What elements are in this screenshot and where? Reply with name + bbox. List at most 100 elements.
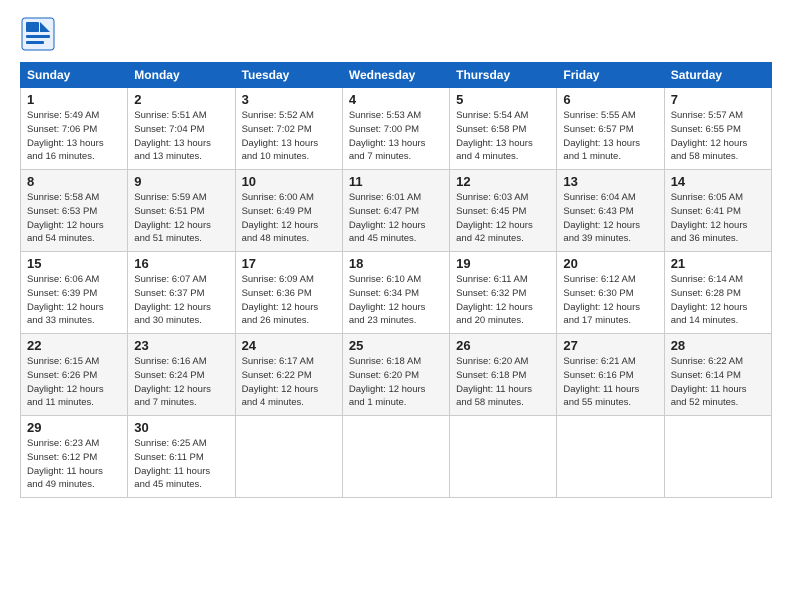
day-number: 24 (242, 338, 336, 353)
day-detail: Sunrise: 6:06 AMSunset: 6:39 PMDaylight:… (27, 273, 121, 328)
day-detail: Sunrise: 5:52 AMSunset: 7:02 PMDaylight:… (242, 109, 336, 164)
day-number: 14 (671, 174, 765, 189)
calendar-cell (342, 416, 449, 498)
day-detail: Sunrise: 6:18 AMSunset: 6:20 PMDaylight:… (349, 355, 443, 410)
day-detail: Sunrise: 5:49 AMSunset: 7:06 PMDaylight:… (27, 109, 121, 164)
col-header-thursday: Thursday (450, 63, 557, 88)
day-detail: Sunrise: 5:54 AMSunset: 6:58 PMDaylight:… (456, 109, 550, 164)
calendar-cell: 17 Sunrise: 6:09 AMSunset: 6:36 PMDayligh… (235, 252, 342, 334)
day-number: 3 (242, 92, 336, 107)
day-detail: Sunrise: 5:51 AMSunset: 7:04 PMDaylight:… (134, 109, 228, 164)
day-number: 10 (242, 174, 336, 189)
calendar-cell: 10 Sunrise: 6:00 AMSunset: 6:49 PMDayligh… (235, 170, 342, 252)
day-number: 23 (134, 338, 228, 353)
day-detail: Sunrise: 6:09 AMSunset: 6:36 PMDaylight:… (242, 273, 336, 328)
calendar-cell: 2 Sunrise: 5:51 AMSunset: 7:04 PMDaylight… (128, 88, 235, 170)
day-detail: Sunrise: 6:03 AMSunset: 6:45 PMDaylight:… (456, 191, 550, 246)
col-header-monday: Monday (128, 63, 235, 88)
calendar-cell: 14 Sunrise: 6:05 AMSunset: 6:41 PMDayligh… (664, 170, 771, 252)
col-header-tuesday: Tuesday (235, 63, 342, 88)
col-header-saturday: Saturday (664, 63, 771, 88)
calendar-cell: 23 Sunrise: 6:16 AMSunset: 6:24 PMDayligh… (128, 334, 235, 416)
day-number: 13 (563, 174, 657, 189)
col-header-sunday: Sunday (21, 63, 128, 88)
calendar-cell: 27Sunrise: 6:21 AMSunset: 6:16 PMDayligh… (557, 334, 664, 416)
logo (20, 16, 62, 52)
day-number: 2 (134, 92, 228, 107)
day-number: 20 (563, 256, 657, 271)
day-detail: Sunrise: 6:15 AMSunset: 6:26 PMDaylight:… (27, 355, 121, 410)
header (20, 16, 772, 52)
day-detail: Sunrise: 6:00 AMSunset: 6:49 PMDaylight:… (242, 191, 336, 246)
page: SundayMondayTuesdayWednesdayThursdayFrid… (0, 0, 792, 508)
day-number: 1 (27, 92, 121, 107)
day-number: 17 (242, 256, 336, 271)
calendar-cell: 1 Sunrise: 5:49 AMSunset: 7:06 PMDaylight… (21, 88, 128, 170)
calendar-cell: 5 Sunrise: 5:54 AMSunset: 6:58 PMDaylight… (450, 88, 557, 170)
day-number: 15 (27, 256, 121, 271)
day-number: 30 (134, 420, 228, 435)
day-detail: Sunrise: 5:55 AMSunset: 6:57 PMDaylight:… (563, 109, 657, 164)
calendar-cell: 9 Sunrise: 5:59 AMSunset: 6:51 PMDaylight… (128, 170, 235, 252)
day-number: 11 (349, 174, 443, 189)
calendar-cell: 16Sunrise: 6:07 AMSunset: 6:37 PMDayligh… (128, 252, 235, 334)
day-number: 12 (456, 174, 550, 189)
day-number: 6 (563, 92, 657, 107)
day-detail: Sunrise: 6:01 AMSunset: 6:47 PMDaylight:… (349, 191, 443, 246)
logo-icon (20, 16, 56, 52)
calendar-cell: 25 Sunrise: 6:18 AMSunset: 6:20 PMDayligh… (342, 334, 449, 416)
day-detail: Sunrise: 5:58 AMSunset: 6:53 PMDaylight:… (27, 191, 121, 246)
calendar-cell (557, 416, 664, 498)
day-detail: Sunrise: 6:23 AMSunset: 6:12 PMDaylight:… (27, 437, 121, 492)
calendar-cell: 8 Sunrise: 5:58 AMSunset: 6:53 PMDaylight… (21, 170, 128, 252)
day-detail: Sunrise: 5:59 AMSunset: 6:51 PMDaylight:… (134, 191, 228, 246)
day-number: 28 (671, 338, 765, 353)
day-detail: Sunrise: 6:11 AMSunset: 6:32 PMDaylight:… (456, 273, 550, 328)
calendar-table: SundayMondayTuesdayWednesdayThursdayFrid… (20, 62, 772, 498)
day-detail: Sunrise: 6:07 AMSunset: 6:37 PMDaylight:… (134, 273, 228, 328)
calendar-cell: 30 Sunrise: 6:25 AMSunset: 6:11 PMDayligh… (128, 416, 235, 498)
calendar-cell: 22 Sunrise: 6:15 AMSunset: 6:26 PMDayligh… (21, 334, 128, 416)
day-detail: Sunrise: 5:53 AMSunset: 7:00 PMDaylight:… (349, 109, 443, 164)
day-number: 21 (671, 256, 765, 271)
day-detail: Sunrise: 6:16 AMSunset: 6:24 PMDaylight:… (134, 355, 228, 410)
day-number: 22 (27, 338, 121, 353)
day-detail: Sunrise: 6:14 AMSunset: 6:28 PMDaylight:… (671, 273, 765, 328)
calendar-cell: 11 Sunrise: 6:01 AMSunset: 6:47 PMDayligh… (342, 170, 449, 252)
day-detail: Sunrise: 6:04 AMSunset: 6:43 PMDaylight:… (563, 191, 657, 246)
day-detail: Sunrise: 6:22 AMSunset: 6:14 PMDaylight:… (671, 355, 765, 410)
calendar-cell: 28 Sunrise: 6:22 AMSunset: 6:14 PMDayligh… (664, 334, 771, 416)
day-detail: Sunrise: 6:10 AMSunset: 6:34 PMDaylight:… (349, 273, 443, 328)
day-number: 25 (349, 338, 443, 353)
calendar-cell: 15 Sunrise: 6:06 AMSunset: 6:39 PMDayligh… (21, 252, 128, 334)
day-number: 8 (27, 174, 121, 189)
day-number: 4 (349, 92, 443, 107)
calendar-cell: 3 Sunrise: 5:52 AMSunset: 7:02 PMDaylight… (235, 88, 342, 170)
calendar-cell: 13 Sunrise: 6:04 AMSunset: 6:43 PMDayligh… (557, 170, 664, 252)
day-detail: Sunrise: 6:05 AMSunset: 6:41 PMDaylight:… (671, 191, 765, 246)
day-number: 9 (134, 174, 228, 189)
day-detail: Sunrise: 6:25 AMSunset: 6:11 PMDaylight:… (134, 437, 228, 492)
calendar-cell: 7Sunrise: 5:57 AMSunset: 6:55 PMDaylight… (664, 88, 771, 170)
day-number: 26 (456, 338, 550, 353)
calendar-cell: 20 Sunrise: 6:12 AMSunset: 6:30 PMDayligh… (557, 252, 664, 334)
day-detail: Sunrise: 6:12 AMSunset: 6:30 PMDaylight:… (563, 273, 657, 328)
calendar-cell: 24 Sunrise: 6:17 AMSunset: 6:22 PMDayligh… (235, 334, 342, 416)
day-number: 5 (456, 92, 550, 107)
calendar-cell: 18 Sunrise: 6:10 AMSunset: 6:34 PMDayligh… (342, 252, 449, 334)
calendar-cell (235, 416, 342, 498)
day-number: 7 (671, 92, 765, 107)
day-number: 19 (456, 256, 550, 271)
calendar-cell (664, 416, 771, 498)
calendar-cell: 26Sunrise: 6:20 AMSunset: 6:18 PMDayligh… (450, 334, 557, 416)
calendar-cell (450, 416, 557, 498)
calendar-cell: 4 Sunrise: 5:53 AMSunset: 7:00 PMDaylight… (342, 88, 449, 170)
day-number: 27 (563, 338, 657, 353)
day-detail: Sunrise: 6:17 AMSunset: 6:22 PMDaylight:… (242, 355, 336, 410)
calendar-cell: 29 Sunrise: 6:23 AMSunset: 6:12 PMDayligh… (21, 416, 128, 498)
col-header-friday: Friday (557, 63, 664, 88)
calendar-cell: 6 Sunrise: 5:55 AMSunset: 6:57 PMDaylight… (557, 88, 664, 170)
day-number: 18 (349, 256, 443, 271)
day-number: 29 (27, 420, 121, 435)
calendar-cell: 12 Sunrise: 6:03 AMSunset: 6:45 PMDayligh… (450, 170, 557, 252)
